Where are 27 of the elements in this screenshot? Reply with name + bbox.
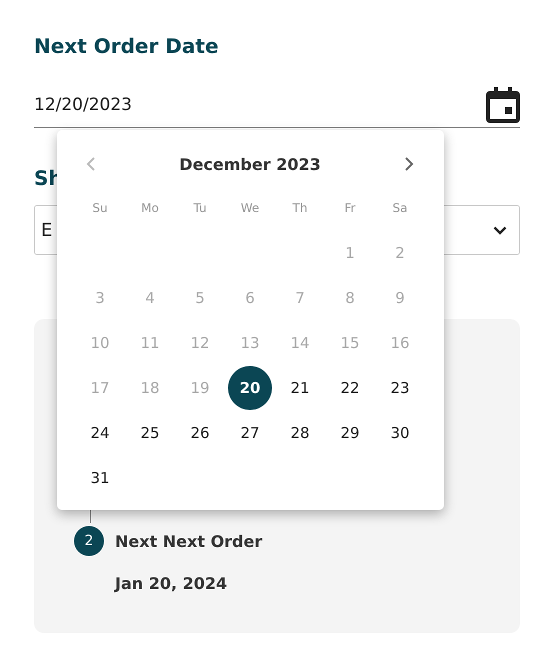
weekday-label: Sa	[392, 200, 408, 216]
day-button[interactable]: 31	[78, 456, 122, 500]
day-button[interactable]: 22	[328, 366, 372, 410]
weekday-label: We	[240, 200, 260, 216]
month-title: December 2023	[179, 154, 321, 174]
chevron-down-icon	[493, 226, 507, 234]
step-title: Next Next Order	[115, 532, 262, 550]
calendar-icon[interactable]	[486, 86, 520, 122]
date-field[interactable]: 12/20/2023	[34, 82, 520, 128]
day-button[interactable]: 21	[278, 366, 322, 410]
day-button[interactable]: 25	[128, 410, 172, 454]
day-button[interactable]: 20	[228, 366, 272, 410]
weekday-label: Tu	[192, 200, 208, 216]
day-button[interactable]: 28	[278, 410, 322, 454]
weekday-label: Fr	[344, 200, 356, 216]
day-button[interactable]: 23	[378, 366, 422, 410]
day-button[interactable]: 26	[178, 410, 222, 454]
day-button[interactable]: 24	[78, 410, 122, 454]
weekday-label: Mo	[140, 200, 160, 216]
day-button[interactable]: 29	[328, 410, 372, 454]
step-number: 2	[74, 526, 104, 556]
day-button[interactable]: 27	[228, 410, 272, 454]
day-button[interactable]: 30	[378, 410, 422, 454]
weekday-label: Su	[91, 200, 109, 216]
weekday-label: Th	[292, 200, 308, 216]
step-date: Jan 20, 2024	[115, 574, 228, 593]
field-label: Next Order Date	[34, 34, 220, 60]
